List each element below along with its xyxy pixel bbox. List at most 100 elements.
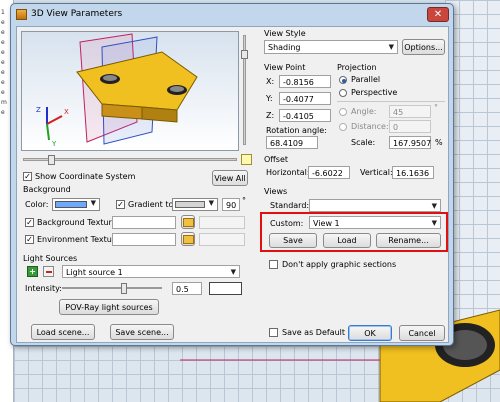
- x-label: X:: [266, 77, 275, 86]
- gradient-label: Gradient to:: [128, 200, 177, 209]
- perspective-radio[interactable]: [339, 89, 347, 97]
- 3d-preview-scene: Z X Y: [36, 33, 198, 148]
- axis-x-label: X: [64, 108, 69, 116]
- view-style-group-label: View Style: [264, 29, 306, 38]
- light-indicator[interactable]: [241, 154, 252, 165]
- offset-horizontal-input[interactable]: -6.6022: [308, 166, 350, 179]
- close-button[interactable]: ✕: [427, 7, 449, 22]
- cancel-button[interactable]: Cancel: [399, 325, 445, 341]
- environment-texture-label: Environment Texture: [37, 235, 120, 244]
- rotation-angle-input[interactable]: 68.4109: [266, 136, 318, 149]
- viewpoint-z-input[interactable]: -0.4105: [279, 109, 331, 122]
- minus-icon: [45, 270, 52, 273]
- rotation-angle-label: Rotation angle:: [266, 126, 327, 135]
- background-texture-browse-button[interactable]: [181, 215, 195, 229]
- y-label: Y:: [266, 94, 273, 103]
- vertical-slider-thumb[interactable]: [241, 50, 248, 59]
- intensity-input[interactable]: 0.5: [172, 282, 202, 295]
- vertical-label: Vertical:: [360, 168, 393, 177]
- environment-texture-browse-button[interactable]: [181, 232, 195, 246]
- horizontal-label: Horizontal:: [266, 168, 310, 177]
- light-source-value: Light source 1: [66, 268, 123, 277]
- horizontal-rotate-slider[interactable]: [23, 155, 237, 165]
- dialog-title: 3D View Parameters: [31, 9, 123, 19]
- scale-unit: %: [435, 138, 443, 147]
- viewpoint-y-input[interactable]: -0.4077: [279, 92, 331, 105]
- z-label: Z:: [266, 111, 275, 120]
- save-scene-button[interactable]: Save scene...: [110, 324, 174, 340]
- light-source-dropdown[interactable]: Light source 1 ▼: [62, 265, 240, 278]
- perspective-label: Perspective: [351, 88, 398, 97]
- folder-icon: [182, 235, 194, 244]
- environment-texture-checkbox[interactable]: ✓: [25, 235, 34, 244]
- parallel-radio[interactable]: [339, 76, 347, 84]
- gradient-color-dropdown[interactable]: ▼: [172, 198, 218, 211]
- background-texture-input[interactable]: [112, 216, 176, 229]
- custom-view-dropdown[interactable]: View 1 ▼: [309, 216, 441, 229]
- chevron-down-icon: ▼: [90, 199, 96, 207]
- chevron-down-icon: ▼: [431, 219, 437, 227]
- save-as-default-label: Save as Default: [282, 328, 346, 337]
- background-texture-label: Background Texture: [37, 218, 117, 227]
- light-color-swatch[interactable]: [209, 282, 242, 295]
- gradient-angle-input[interactable]: 90: [222, 198, 240, 211]
- 3d-preview[interactable]: Z X Y: [21, 31, 239, 151]
- gradient-checkbox[interactable]: ✓: [116, 200, 125, 209]
- load-scene-button[interactable]: Load scene...: [31, 324, 95, 340]
- environment-texture-input[interactable]: [112, 233, 176, 246]
- background-texture-checkbox[interactable]: ✓: [25, 218, 34, 227]
- dont-apply-sections-checkbox[interactable]: [269, 260, 278, 269]
- distance-input[interactable]: 0: [389, 120, 431, 133]
- angle-degree-symbol: °: [434, 103, 438, 112]
- title-bar[interactable]: 3D View Parameters ✕: [11, 4, 453, 26]
- gradient-swatch: [175, 201, 205, 208]
- load-view-button[interactable]: Load: [323, 233, 371, 248]
- horizontal-slider-thumb[interactable]: [48, 155, 55, 165]
- color-label: Color:: [25, 200, 49, 209]
- chevron-down-icon: ▼: [208, 199, 214, 207]
- intensity-slider[interactable]: [62, 283, 162, 294]
- angle-label: Angle:: [351, 107, 377, 116]
- vertical-zoom-slider[interactable]: [241, 35, 248, 145]
- distance-radio[interactable]: [339, 123, 347, 131]
- views-group-label: Views: [264, 187, 288, 196]
- chevron-down-icon: ▼: [388, 43, 394, 51]
- viewpoint-x-input[interactable]: -0.8156: [279, 75, 331, 88]
- povray-light-sources-button[interactable]: POV-Ray light sources: [59, 299, 159, 315]
- view-point-group-label: View Point: [264, 63, 306, 72]
- intensity-slider-thumb[interactable]: [121, 283, 127, 294]
- offset-vertical-input[interactable]: 16.1636: [392, 166, 434, 179]
- dialog-client: Z X Y ✓ Show Coordinate System View All …: [16, 26, 449, 343]
- parallel-label: Parallel: [351, 75, 381, 84]
- standard-view-dropdown[interactable]: ▼: [309, 199, 441, 212]
- view-all-button[interactable]: View All: [212, 170, 248, 186]
- angle-input[interactable]: 45: [389, 105, 431, 118]
- color-dropdown[interactable]: ▼: [52, 198, 100, 211]
- view-style-value: Shading: [268, 43, 301, 52]
- rename-view-button[interactable]: Rename...: [376, 233, 441, 248]
- view-style-dropdown[interactable]: Shading ▼: [264, 40, 398, 54]
- folder-icon: [182, 218, 194, 227]
- add-light-button[interactable]: +: [27, 266, 38, 277]
- degree-symbol: °: [242, 196, 246, 205]
- ok-button[interactable]: OK: [348, 325, 392, 341]
- save-as-default-checkbox[interactable]: [269, 328, 278, 337]
- show-coordinate-system-checkbox[interactable]: ✓: [23, 172, 32, 181]
- dont-apply-sections-label: Don't apply graphic sections: [282, 260, 397, 269]
- light-sources-group-label: Light Sources: [23, 254, 78, 263]
- scale-label: Scale:: [351, 138, 376, 147]
- environment-texture-preview: [199, 233, 245, 246]
- remove-light-button[interactable]: [43, 266, 54, 277]
- offset-group-label: Offset: [264, 155, 289, 164]
- standard-label: Standard:: [270, 201, 310, 210]
- projection-group-label: Projection: [337, 63, 377, 72]
- scale-input[interactable]: 167.9507: [389, 136, 431, 149]
- color-swatch: [55, 201, 87, 208]
- save-view-button[interactable]: Save: [269, 233, 317, 248]
- show-coordinate-system-label: Show Coordinate System: [35, 172, 136, 181]
- projection-separator: [337, 101, 445, 102]
- options-button[interactable]: Options...: [402, 39, 445, 55]
- intensity-label: Intensity:: [25, 284, 62, 293]
- chevron-down-icon: ▼: [230, 268, 236, 276]
- angle-radio[interactable]: [339, 108, 347, 116]
